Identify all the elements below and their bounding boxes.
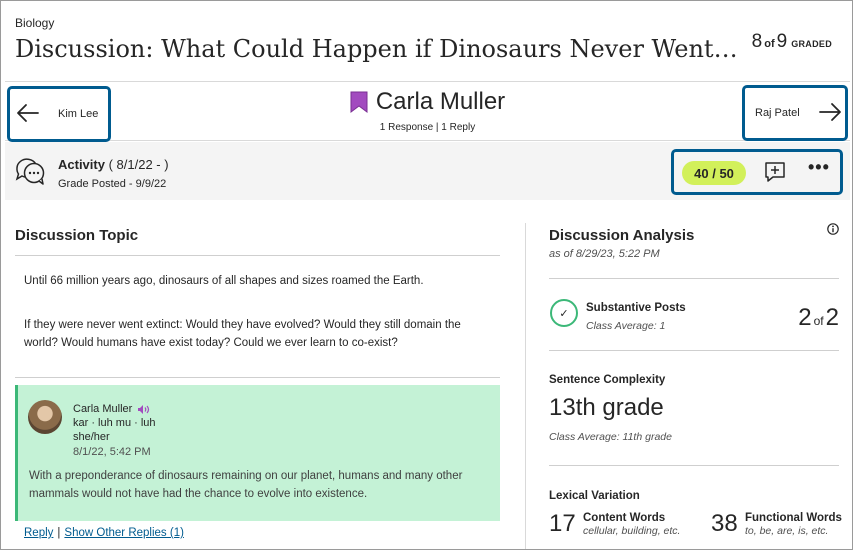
substantive-total: 2 bbox=[825, 304, 839, 331]
sentence-complexity-label: Sentence Complexity bbox=[549, 374, 666, 386]
topic-paragraph-2: If they were never went extinct: Would t… bbox=[24, 319, 461, 349]
post-body: With a preponderance of dinosaurs remain… bbox=[29, 470, 463, 500]
substantive-posts-label: Substantive Posts bbox=[586, 302, 686, 314]
grade-posted-text: Grade Posted - 9/9/22 bbox=[58, 178, 167, 190]
student-navigation: Kim Lee Carla Muller 1 Response | 1 Repl… bbox=[5, 83, 850, 142]
post-author-name: Carla Muller bbox=[73, 403, 133, 415]
content-words-count: 17 bbox=[549, 510, 576, 537]
course-name: Biology bbox=[15, 16, 55, 30]
functional-words-count: 38 bbox=[711, 510, 738, 537]
more-options-icon[interactable]: ••• bbox=[808, 157, 830, 178]
substantive-count: 2 bbox=[798, 304, 812, 331]
discussion-column: Discussion Topic Until 66 million years … bbox=[5, 201, 521, 549]
current-student-name: Carla Muller bbox=[375, 88, 506, 115]
student-post: Carla Muller kar · luh mu · luh she/her … bbox=[15, 385, 500, 521]
analysis-as-of: as of 8/29/23, 5:22 PM bbox=[549, 248, 660, 260]
reply-link[interactable]: Reply bbox=[24, 527, 53, 539]
substantive-posts-value: 2 of2 bbox=[798, 304, 839, 332]
divider bbox=[15, 255, 500, 256]
sentence-complexity-class-average: Class Average: 11th grade bbox=[549, 431, 672, 443]
activity-title: Activity ( 8/1/22 - ) bbox=[58, 157, 169, 172]
divider bbox=[15, 377, 500, 378]
analysis-column: Discussion Analysis as of 8/29/23, 5:22 … bbox=[549, 201, 844, 549]
post-author: Carla Muller bbox=[73, 403, 150, 415]
functional-words-examples: to, be, are, is, etc. bbox=[745, 525, 829, 537]
content-words-label: Content Words bbox=[583, 512, 666, 524]
page-header: Biology Discussion: What Could Happen if… bbox=[5, 5, 850, 82]
graded-count: 8 bbox=[751, 31, 763, 52]
audio-pronunciation-icon[interactable] bbox=[137, 404, 150, 415]
info-icon[interactable] bbox=[827, 223, 839, 235]
column-divider bbox=[525, 223, 526, 549]
activity-dates: ( 8/1/22 - ) bbox=[108, 157, 169, 172]
graded-label: GRADED bbox=[791, 39, 832, 49]
grade-separator: / bbox=[712, 165, 716, 181]
sentence-complexity-value: 13th grade bbox=[549, 394, 664, 421]
functional-words-label: Functional Words bbox=[745, 512, 842, 524]
activity-bar: Activity ( 8/1/22 - ) Grade Posted - 9/9… bbox=[5, 142, 850, 200]
post-date: 8/1/22, 5:42 PM bbox=[73, 446, 151, 458]
post-pronouns: she/her bbox=[73, 431, 110, 443]
lexical-variation-label: Lexical Variation bbox=[549, 490, 640, 502]
next-student-button[interactable]: Raj Patel bbox=[742, 85, 848, 141]
avatar bbox=[28, 400, 62, 434]
post-actions: Reply | Show Other Replies (1) bbox=[24, 527, 184, 539]
next-student-name: Raj Patel bbox=[755, 107, 800, 119]
link-separator: | bbox=[57, 527, 61, 539]
current-student: Carla Muller 1 Response | 1 Reply bbox=[5, 88, 850, 133]
discussion-icon bbox=[15, 158, 45, 185]
show-other-replies-link[interactable]: Show Other Replies (1) bbox=[64, 527, 184, 539]
grade-max: 50 bbox=[719, 165, 734, 181]
divider bbox=[549, 465, 839, 466]
topic-paragraph-1: Until 66 million years ago, dinosaurs of… bbox=[24, 275, 424, 287]
grade-controls: 40 / 50 ••• bbox=[671, 149, 843, 195]
add-feedback-icon[interactable] bbox=[764, 161, 786, 183]
content-words-examples: cellular, building, etc. bbox=[583, 525, 681, 537]
current-student-meta: 1 Response | 1 Reply bbox=[379, 122, 476, 133]
substantive-class-average: Class Average: 1 bbox=[586, 320, 666, 332]
discussion-analysis-heading: Discussion Analysis bbox=[549, 227, 695, 244]
graded-total: 9 bbox=[776, 31, 788, 52]
divider bbox=[549, 350, 839, 351]
substantive-of: of bbox=[813, 314, 824, 328]
grading-panel: Biology Discussion: What Could Happen if… bbox=[0, 0, 853, 550]
page-title: Discussion: What Could Happen if Dinosau… bbox=[15, 35, 745, 63]
graded-counter: 8 of 9 GRADED bbox=[752, 31, 832, 53]
arrow-right-icon bbox=[818, 100, 842, 126]
activity-label: Activity bbox=[58, 157, 105, 172]
post-pronunciation: kar · luh mu · luh bbox=[73, 417, 156, 429]
divider bbox=[549, 278, 839, 279]
grade-pill[interactable]: 40 / 50 bbox=[682, 161, 746, 185]
graded-of: of bbox=[764, 38, 775, 50]
grade-value: 40 bbox=[694, 165, 709, 181]
discussion-topic-heading: Discussion Topic bbox=[15, 227, 139, 244]
check-icon: ✓ bbox=[550, 299, 578, 327]
bookmark-icon[interactable] bbox=[350, 91, 368, 113]
